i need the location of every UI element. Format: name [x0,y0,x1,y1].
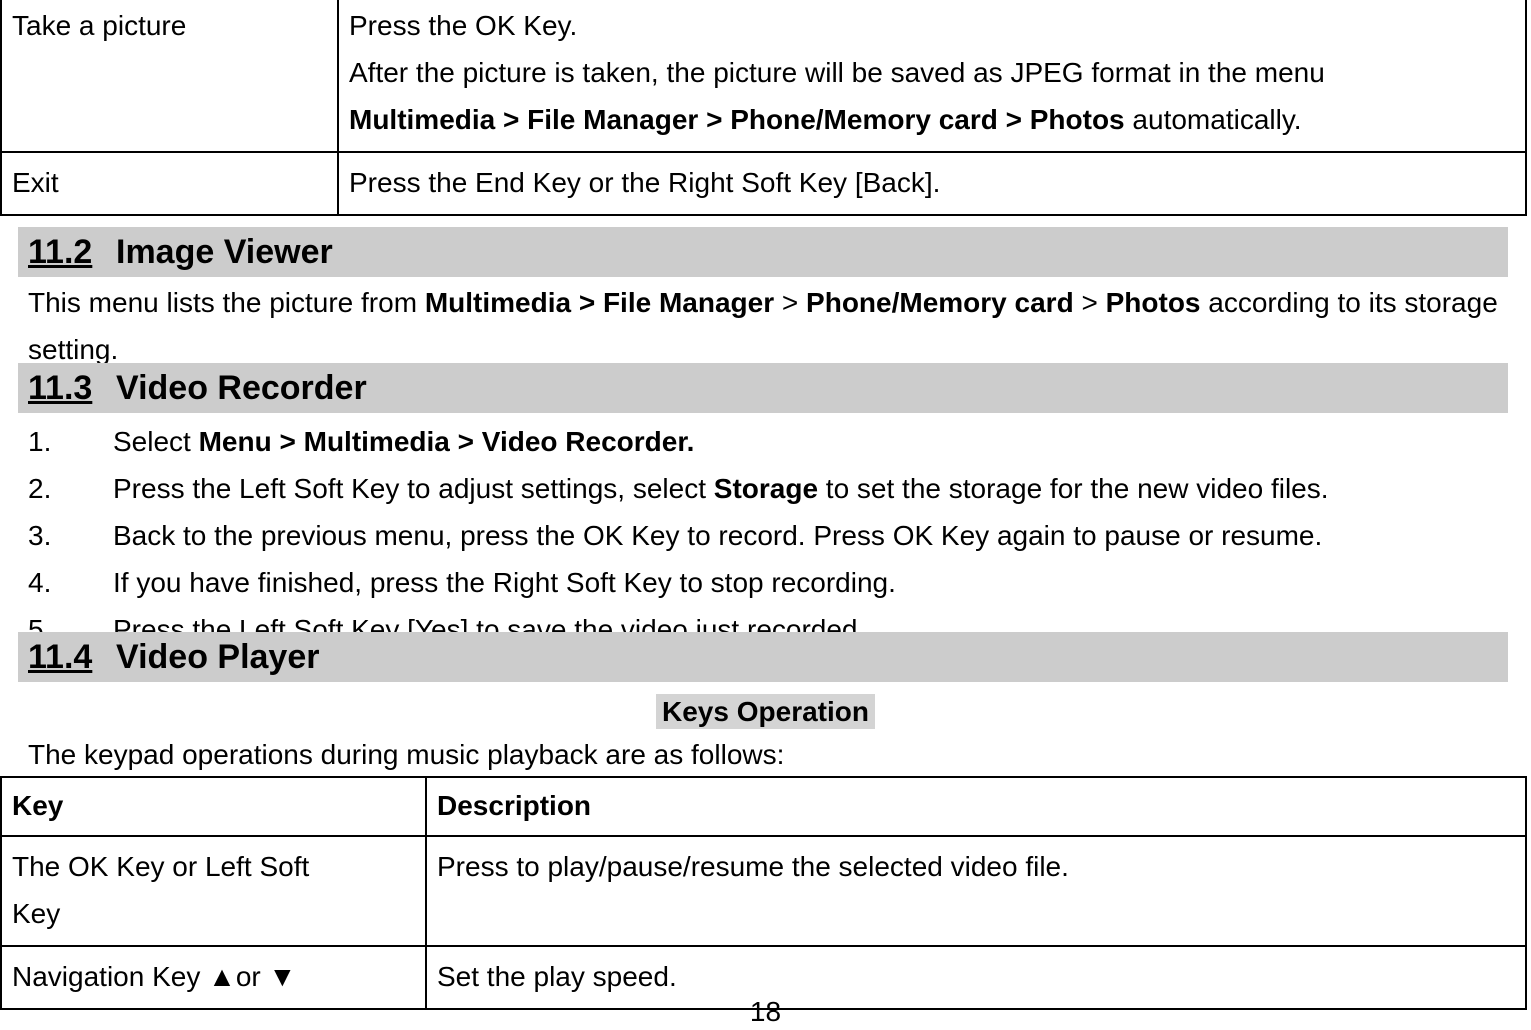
table-row: Take a picture Press the OK Key. After t… [0,0,1527,153]
camera-desc-tail: automatically. [1124,104,1302,135]
camera-row-key: Take a picture [12,10,187,41]
heading-11-2-title: Image Viewer [116,233,333,271]
exit-row-key: Exit [12,167,59,198]
table-cell-description: Press to play/pause/resume the selected … [425,835,1527,947]
keys-operation-label: Keys Operation [656,694,875,729]
table-cell-description: Press the End Key or the Right Soft Key … [337,151,1527,216]
heading-11-2: 11.2 Image Viewer [18,227,1508,277]
camera-keys-table-wrapper: Take a picture Press the OK Key. After t… [0,0,1527,216]
list-item-number: 3. [28,520,52,551]
exit-desc-line-1: Press the End Key or the Right Soft Key … [349,167,941,198]
table-cell-key: Exit [0,151,339,216]
description-text: Set the play speed. [437,961,677,992]
camera-desc-path: Multimedia > File Manager > Phone/Memory… [349,104,1125,135]
table-header-row: Key Description [0,776,1527,837]
heading-11-4-title: Video Player [116,638,320,676]
table-cell-key: The OK Key or Left Soft Key [0,835,427,947]
para-11-2-bold-3: Photos [1105,287,1201,318]
heading-11-2-number: 11.2 [28,233,93,271]
heading-11-3-title: Video Recorder [116,369,367,407]
list-item-prefix: Back to the previous menu, press the OK … [113,520,1323,551]
list-item-number: 4. [28,567,52,598]
list-item-prefix: Press the Left Soft Key to adjust settin… [113,473,714,504]
list-item-suffix: to set the storage for the new video fil… [818,473,1329,504]
list-item: 2. Press the Left Soft Key to adjust sett… [28,465,1523,512]
list-item-bold: Menu > Multimedia > Video Recorder. [198,426,695,457]
table-cell-description: Press the OK Key. After the picture is t… [337,0,1527,153]
para-11-2-mid-2: > [1073,287,1106,318]
description-text: Press to play/pause/resume the selected … [437,851,1069,882]
heading-11-4: 11.4 Video Player [18,632,1508,682]
list-item-number: 2. [28,473,52,504]
page-number: 18 [0,995,1531,1029]
list-item: 4. If you have finished, press the Right … [28,559,1523,606]
para-11-2-bold-1: Multimedia > File Manager [424,287,775,318]
table-row: Exit Press the End Key or the Right Soft… [0,151,1527,216]
camera-desc-line-2: After the picture is taken, the picture … [349,57,1325,88]
header-key-label: Key [12,790,64,821]
para-11-2-prefix: This menu lists the picture from [28,287,425,318]
paragraph-11-4-intro: The keypad operations during music playb… [28,731,1518,778]
intro-text: The keypad operations during music playb… [28,739,785,770]
list-item: 3. Back to the previous menu, press the O… [28,512,1523,559]
camera-desc-line-3: Multimedia > File Manager > Phone/Memory… [349,96,1515,143]
video-player-keys-table: Key Description The OK Key or Left Soft … [0,776,1527,1010]
paragraph-11-2: This menu lists the picture from Multime… [28,279,1518,373]
table-header-description: Description [425,776,1527,837]
camera-desc-line-1: Press the OK Key. [349,10,578,41]
page-number-value: 18 [749,996,782,1027]
document-page: Take a picture Press the OK Key. After t… [0,0,1531,1030]
para-11-2-bold-2: Phone/Memory card [806,287,1074,318]
heading-11-3: 11.3 Video Recorder [18,363,1508,413]
camera-keys-table: Take a picture Press the OK Key. After t… [0,0,1527,216]
list-item-number: 1. [28,426,52,457]
list-item-prefix: Select [113,426,199,457]
keys-operation-subtitle: Keys Operation [0,692,1531,732]
para-11-2-mid-1: > [774,287,807,318]
heading-11-4-number: 11.4 [28,638,93,676]
key-text-line-1: The OK Key or Left Soft [12,851,310,882]
key-text-line-2: Key [12,898,61,929]
video-player-keys-table-wrapper: Key Description The OK Key or Left Soft … [0,776,1527,1010]
list-item-prefix: If you have finished, press the Right So… [113,567,896,598]
table-row: The OK Key or Left Soft Key Press to pla… [0,835,1527,947]
list-item-bold: Storage [713,473,819,504]
header-description-label: Description [437,790,592,821]
key-text-line-1: Navigation Key ▲or ▼ [12,961,297,992]
table-header-key: Key [0,776,427,837]
table-cell-key: Take a picture [0,0,339,153]
heading-11-3-number: 11.3 [28,369,93,407]
list-item: 1. Select Menu > Multimedia > Video Recor… [28,418,1523,465]
